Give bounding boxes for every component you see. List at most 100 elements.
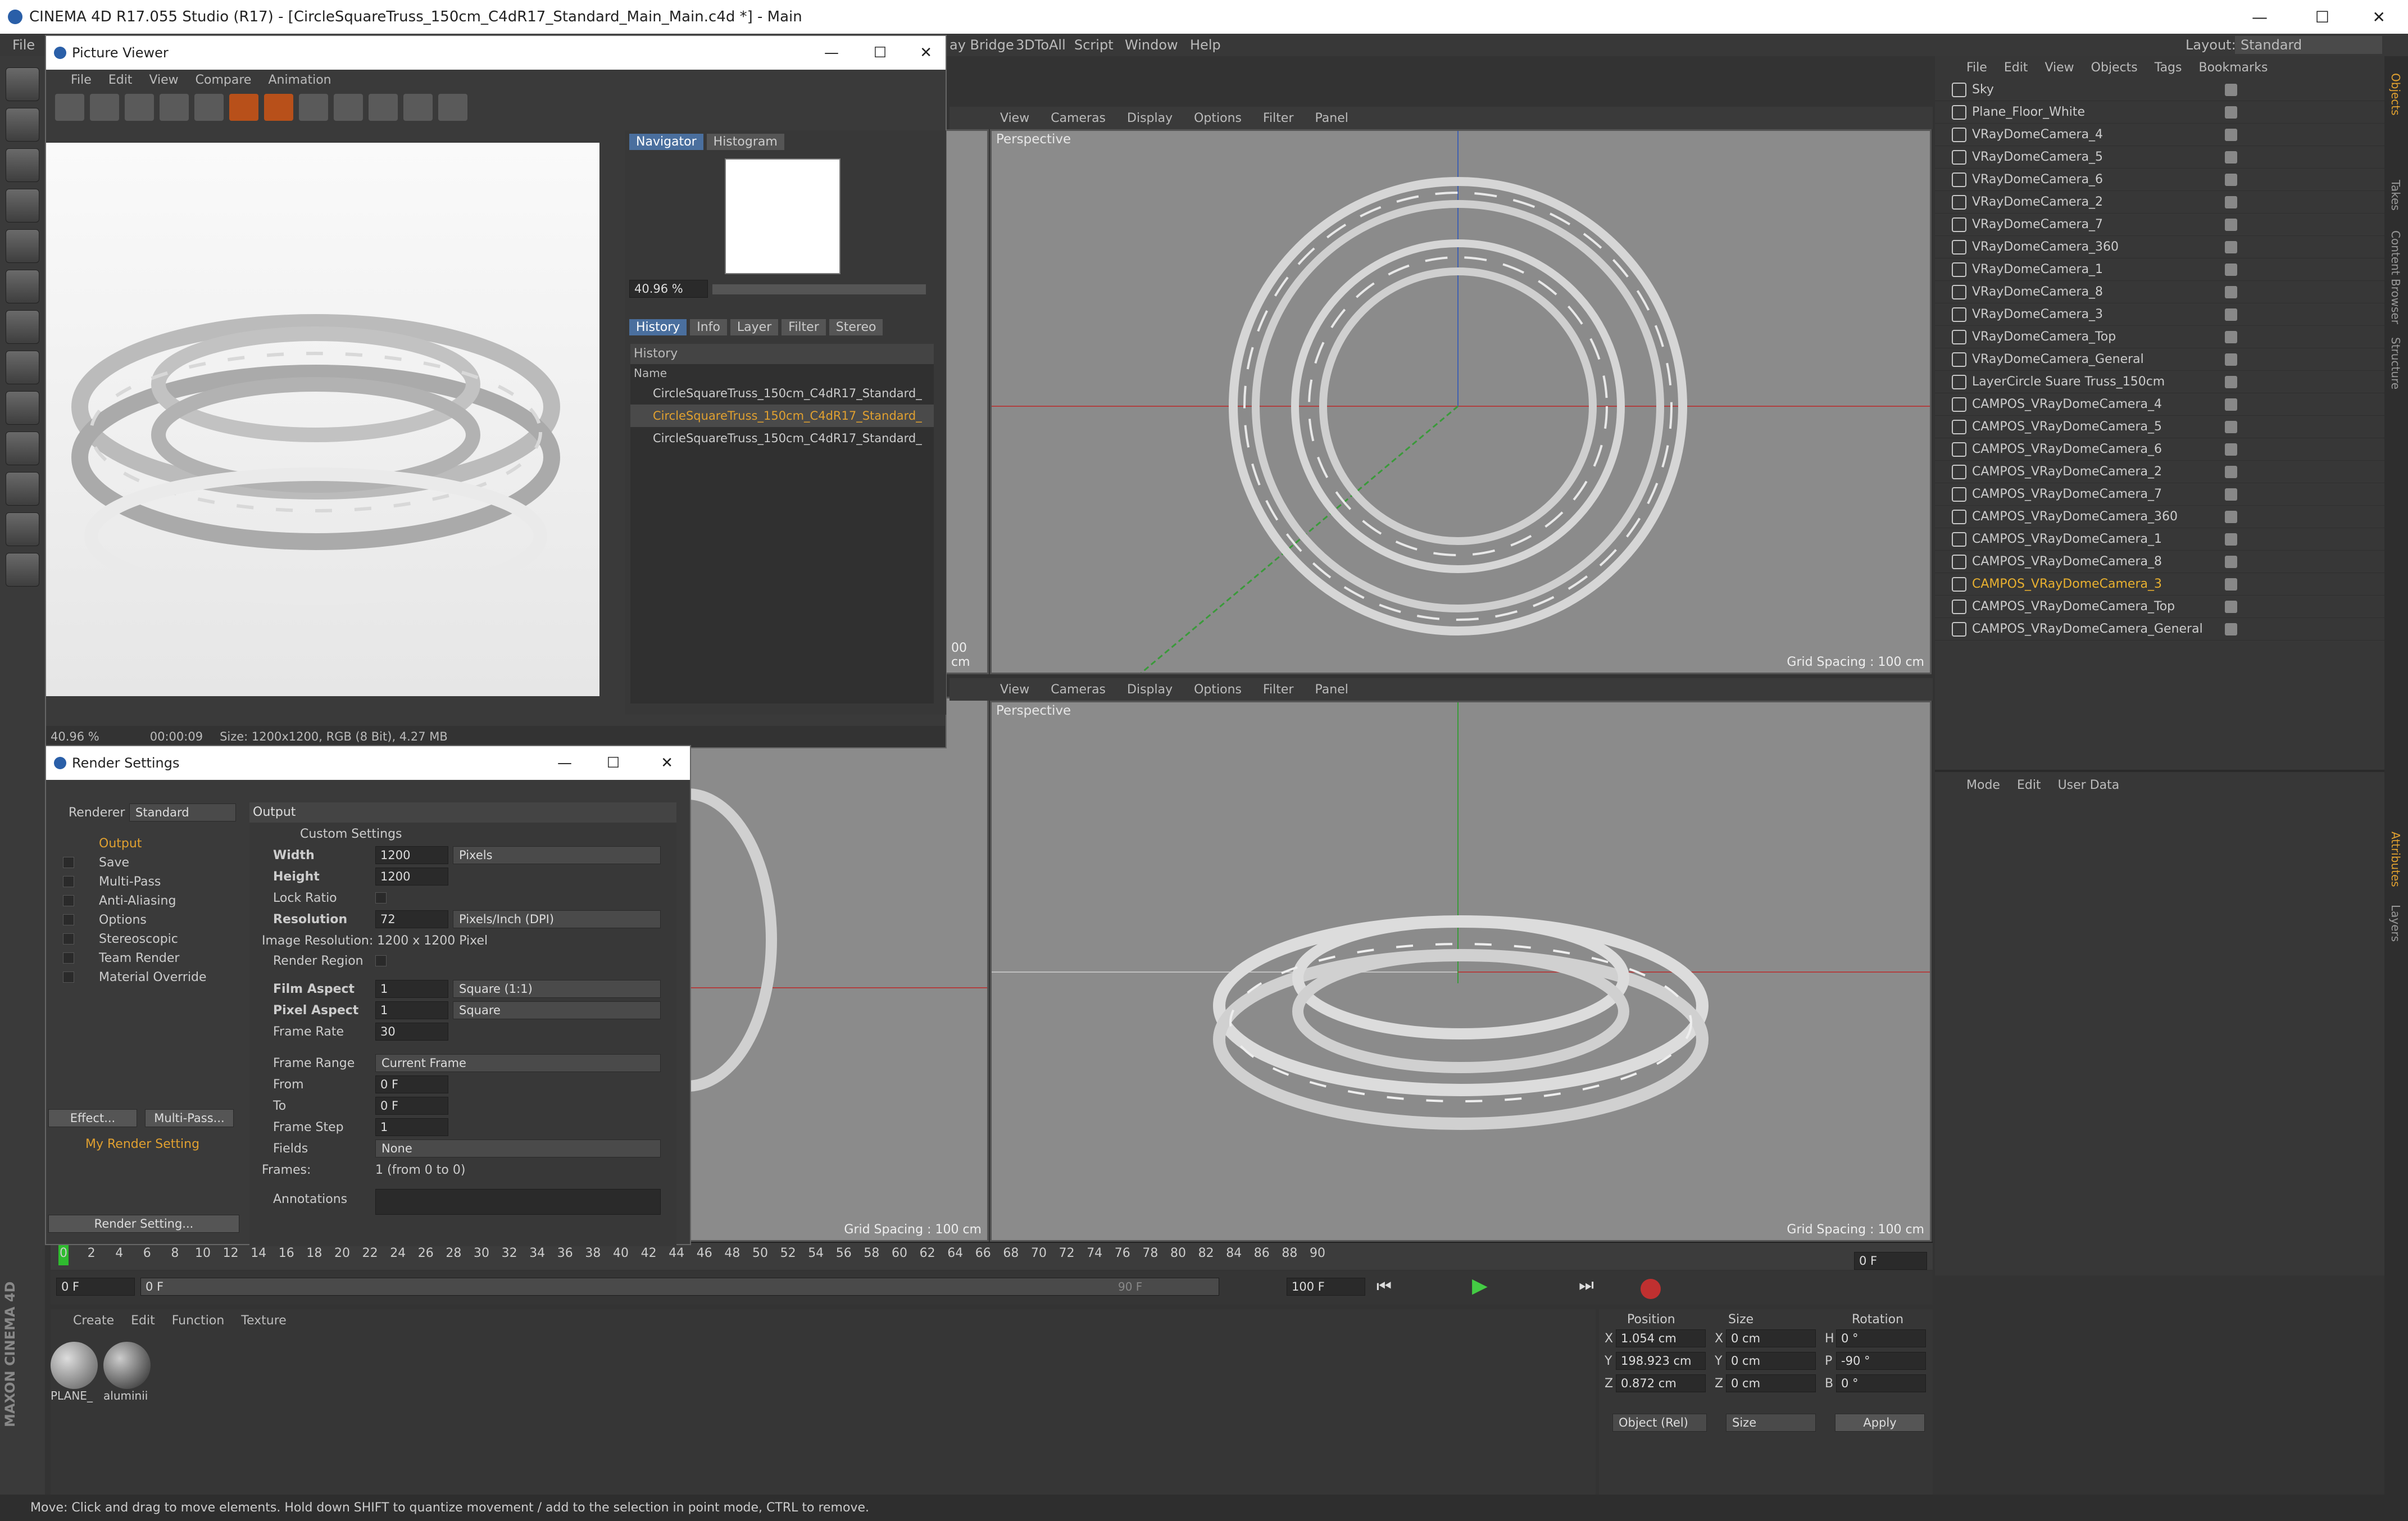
current-frame-field[interactable]: 0 F <box>56 1278 135 1296</box>
layout-select[interactable]: Standard <box>2235 36 2382 54</box>
rs-tree-item[interactable]: Stereoscopic <box>46 929 243 948</box>
side-tab-takes[interactable]: Takes <box>2389 180 2402 211</box>
rs-tree-checkbox[interactable] <box>63 952 74 964</box>
resolution-unit-select[interactable]: Pixels/Inch (DPI) <box>453 910 661 928</box>
material-plane[interactable]: PLANE_ <box>51 1342 98 1404</box>
tab-histogram[interactable]: Histogram <box>706 133 784 150</box>
record-icon[interactable] <box>1641 1279 1661 1299</box>
workplane-lock-icon[interactable] <box>6 553 39 587</box>
close-button[interactable]: ✕ <box>2373 8 2386 26</box>
coord-pos-field[interactable]: 198.923 cm <box>1616 1352 1706 1370</box>
fields-select[interactable]: None <box>375 1139 661 1157</box>
object-row[interactable]: VRayDomeCamera_Top <box>1935 326 2384 348</box>
viewport-bottom-right[interactable]: Perspective Grid Spacing : 100 cm <box>990 701 1932 1242</box>
coord-size-select[interactable]: Size <box>1726 1414 1816 1432</box>
visibility-toggle-icon[interactable] <box>2225 106 2237 119</box>
mat-menu-edit[interactable]: Edit <box>131 1314 155 1328</box>
range-slider[interactable]: 0 F <box>140 1278 1219 1296</box>
object-row[interactable]: VRayDomeCamera_3 <box>1935 303 2384 326</box>
pv-minimize[interactable]: — <box>824 44 839 61</box>
tweak-icon[interactable] <box>6 391 39 425</box>
tab-layer[interactable]: Layer <box>730 319 779 335</box>
obj-menu-view[interactable]: View <box>2044 61 2074 75</box>
pv-maximize[interactable]: ☐ <box>874 44 887 61</box>
open-icon[interactable] <box>55 94 84 121</box>
history-item[interactable]: CircleSquareTruss_150cm_C4dR17_Standard_ <box>630 382 934 405</box>
channel-icon[interactable] <box>403 94 433 121</box>
object-row[interactable]: VRayDomeCamera_4 <box>1935 124 2384 146</box>
coord-rot-field[interactable]: 0 ° <box>1836 1329 1926 1347</box>
pixel-aspect-field[interactable]: 1 <box>375 1001 448 1019</box>
grid-lock-icon[interactable] <box>6 512 39 546</box>
object-row[interactable]: CAMPOS_VRayDomeCamera_General <box>1935 618 2384 641</box>
visibility-toggle-icon[interactable] <box>2225 83 2237 96</box>
visibility-toggle-icon[interactable] <box>2225 285 2237 298</box>
visibility-toggle-icon[interactable] <box>2225 533 2237 546</box>
width-unit-select[interactable]: Pixels <box>453 846 661 864</box>
object-row[interactable]: CAMPOS_VRayDomeCamera_5 <box>1935 416 2384 438</box>
coord-mode-select[interactable]: Object (Rel) <box>1612 1414 1707 1432</box>
coord-pos-field[interactable]: 1.054 cm <box>1616 1329 1706 1347</box>
resolution-field[interactable]: 72 <box>375 910 448 928</box>
history-item[interactable]: CircleSquareTruss_150cm_C4dR17_Standard_ <box>630 427 934 450</box>
zoom-field[interactable]: 40.96 % <box>629 280 708 298</box>
pv-menu-edit[interactable]: Edit <box>108 73 133 87</box>
rs-maximize[interactable]: ☐ <box>607 755 620 771</box>
pv-menu-file[interactable]: File <box>71 73 92 87</box>
visibility-toggle-icon[interactable] <box>2225 151 2237 164</box>
film-aspect-select[interactable]: Square (1:1) <box>453 980 661 998</box>
stop-icon[interactable] <box>229 94 258 121</box>
vp2-menu-options[interactable]: Options <box>1194 683 1242 697</box>
rs-tree-item[interactable]: Multi-Pass <box>46 872 243 891</box>
history-item-selected[interactable]: CircleSquareTruss_150cm_C4dR17_Standard_ <box>630 405 934 427</box>
side-tab-layers[interactable]: Layers <box>2389 905 2402 942</box>
vp-menu-filter[interactable]: Filter <box>1263 111 1293 125</box>
edges-mode-icon[interactable] <box>6 270 39 303</box>
viewport-bottom-left[interactable]: Grid Spacing : 100 cm <box>685 697 989 1242</box>
renderer-select[interactable]: Standard <box>129 803 236 821</box>
object-row[interactable]: CAMPOS_VRayDomeCamera_8 <box>1935 551 2384 573</box>
visibility-toggle-icon[interactable] <box>2225 623 2237 635</box>
rs-tree-checkbox[interactable] <box>63 857 74 868</box>
multipass-button[interactable]: Multi-Pass... <box>145 1109 234 1127</box>
tab-filter[interactable]: Filter <box>782 319 826 335</box>
visibility-toggle-icon[interactable] <box>2225 375 2237 388</box>
object-row[interactable]: VRayDomeCamera_5 <box>1935 146 2384 169</box>
pv-menu-compare[interactable]: Compare <box>196 73 252 87</box>
object-row[interactable]: CAMPOS_VRayDomeCamera_Top <box>1935 596 2384 618</box>
workplane-icon[interactable] <box>6 189 39 223</box>
vp2-menu-view[interactable]: View <box>1000 683 1029 697</box>
mat-menu-function[interactable]: Function <box>172 1314 225 1328</box>
grid-icon[interactable] <box>125 94 154 121</box>
menu-help[interactable]: Help <box>1190 37 1221 53</box>
width-field[interactable]: 1200 <box>375 846 448 864</box>
visibility-toggle-icon[interactable] <box>2225 308 2237 321</box>
rs-tree-checkbox[interactable] <box>63 838 74 849</box>
visibility-toggle-icon[interactable] <box>2225 578 2237 591</box>
object-row[interactable]: VRayDomeCamera_7 <box>1935 214 2384 236</box>
render-region-checkbox[interactable] <box>375 955 387 966</box>
object-row[interactable]: Sky <box>1935 79 2384 101</box>
visibility-toggle-icon[interactable] <box>2225 353 2237 366</box>
visibility-toggle-icon[interactable] <box>2225 398 2237 411</box>
pv-menu-animation[interactable]: Animation <box>268 73 331 87</box>
visibility-toggle-icon[interactable] <box>2225 218 2237 231</box>
visibility-toggle-icon[interactable] <box>2225 443 2237 456</box>
magnet-icon[interactable] <box>6 472 39 506</box>
pv-close[interactable]: ✕ <box>920 44 932 61</box>
menu-script[interactable]: Script <box>1074 37 1114 53</box>
visibility-toggle-icon[interactable] <box>2225 555 2237 568</box>
maximize-button[interactable]: ☐ <box>2315 8 2329 26</box>
visibility-toggle-icon[interactable] <box>2225 128 2237 141</box>
stop-all-icon[interactable] <box>264 94 293 121</box>
to-field[interactable]: 0 F <box>375 1097 448 1115</box>
object-row[interactable]: CAMPOS_VRayDomeCamera_1 <box>1935 528 2384 551</box>
frame-step-field[interactable]: 1 <box>375 1118 448 1136</box>
object-row[interactable]: VRayDomeCamera_8 <box>1935 281 2384 303</box>
visibility-toggle-icon[interactable] <box>2225 263 2237 276</box>
vp2-menu-cameras[interactable]: Cameras <box>1051 683 1106 697</box>
pv-menu-view[interactable]: View <box>149 73 178 87</box>
render-icon[interactable] <box>194 94 224 121</box>
object-row[interactable]: VRayDomeCamera_6 <box>1935 169 2384 191</box>
object-row[interactable]: CAMPOS_VRayDomeCamera_3 <box>1935 573 2384 596</box>
